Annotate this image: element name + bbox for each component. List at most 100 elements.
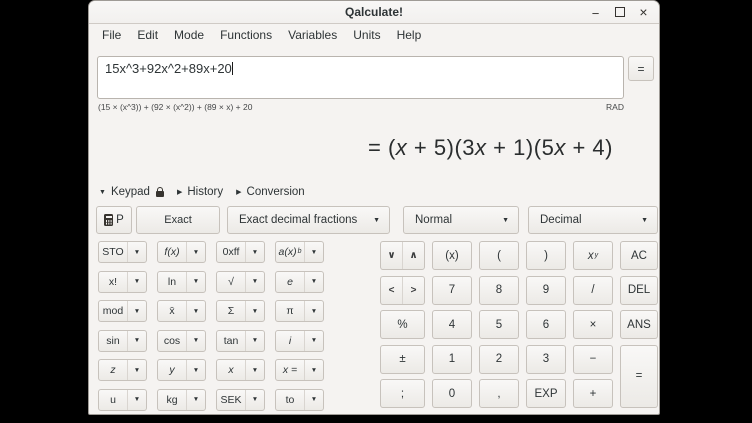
- menu-variables[interactable]: Variables: [280, 26, 345, 44]
- key-tangent-menu-arrow[interactable]: ▼: [245, 331, 264, 351]
- key-mean[interactable]: x̄▼: [157, 300, 206, 322]
- key-number-bases[interactable]: 0xff▼: [216, 241, 265, 263]
- key-convert-to[interactable]: to▼: [275, 389, 324, 411]
- close-button[interactable]: ×: [636, 4, 651, 20]
- key-mean-menu-arrow[interactable]: ▼: [186, 301, 205, 321]
- key-divide[interactable]: /: [573, 276, 613, 305]
- key-open-paren[interactable]: (: [479, 241, 519, 270]
- key-unit-u[interactable]: u▼: [98, 389, 147, 411]
- key-cursor-left-right-0[interactable]: <: [381, 277, 402, 304]
- key-decimal-point[interactable]: ,: [479, 379, 519, 408]
- key-0[interactable]: 0: [432, 379, 472, 408]
- key-7[interactable]: 7: [432, 276, 472, 305]
- key-add[interactable]: +: [573, 379, 613, 408]
- key-scroll-down-up-1[interactable]: ∧: [402, 242, 424, 269]
- key-function[interactable]: f(x)▼: [157, 241, 206, 263]
- key-convert-to-menu-arrow[interactable]: ▼: [304, 390, 323, 410]
- expression-input[interactable]: 15x^3+92x^2+89x+20: [97, 56, 624, 99]
- key-sine-menu-arrow[interactable]: ▼: [127, 331, 146, 351]
- key-scroll-down-up-0[interactable]: ∨: [381, 242, 402, 269]
- key-cursor-left-right[interactable]: <>: [380, 276, 425, 305]
- key-currency-sek-menu-arrow[interactable]: ▼: [245, 390, 264, 410]
- key-plus-minus[interactable]: ±: [380, 345, 425, 374]
- number-base-dropdown[interactable]: Decimal ▼: [528, 206, 658, 234]
- key-percent[interactable]: %: [380, 310, 425, 339]
- key-pi-menu-arrow[interactable]: ▼: [304, 301, 323, 321]
- key-tangent[interactable]: tan▼: [216, 330, 265, 352]
- key-variable-y-menu-arrow[interactable]: ▼: [186, 360, 205, 380]
- key-sum[interactable]: Σ▼: [216, 300, 265, 322]
- menu-help[interactable]: Help: [389, 26, 430, 44]
- key-argument-separator[interactable]: ;: [380, 379, 425, 408]
- key-delete[interactable]: DEL: [620, 276, 658, 305]
- key-8[interactable]: 8: [479, 276, 519, 305]
- fraction-mode-dropdown[interactable]: Exact decimal fractions ▼: [227, 206, 390, 234]
- key-scroll-down-up[interactable]: ∨∧: [380, 241, 425, 270]
- key-power[interactable]: xy: [573, 241, 613, 270]
- key-subtract[interactable]: −: [573, 345, 613, 374]
- menu-units[interactable]: Units: [345, 26, 388, 44]
- key-close-paren[interactable]: ): [526, 241, 566, 270]
- key-store[interactable]: STO▼: [98, 241, 147, 263]
- keypad-lock-button[interactable]: [156, 188, 164, 197]
- key-cosine[interactable]: cos▼: [157, 330, 206, 352]
- key-square-root-menu-arrow[interactable]: ▼: [245, 272, 264, 292]
- key-unit-kg[interactable]: kg▼: [157, 389, 206, 411]
- key-variable-y[interactable]: y▼: [157, 359, 206, 381]
- key-cursor-left-right-1[interactable]: >: [402, 277, 424, 304]
- key-sum-menu-arrow[interactable]: ▼: [245, 301, 264, 321]
- key-solve-equals[interactable]: x =▼: [275, 359, 324, 381]
- key-5[interactable]: 5: [479, 310, 519, 339]
- key-solve-equals-menu-arrow[interactable]: ▼: [304, 360, 323, 380]
- key-2[interactable]: 2: [479, 345, 519, 374]
- key-pi[interactable]: π▼: [275, 300, 324, 322]
- key-unit-kg-menu-arrow[interactable]: ▼: [186, 390, 205, 410]
- key-modulo-menu-arrow[interactable]: ▼: [127, 301, 146, 321]
- menu-mode[interactable]: Mode: [166, 26, 212, 44]
- key-square-root[interactable]: √▼: [216, 271, 265, 293]
- key-smart-parentheses[interactable]: (x): [432, 241, 472, 270]
- key-currency-sek[interactable]: SEK▼: [216, 389, 265, 411]
- key-imaginary-unit-menu-arrow[interactable]: ▼: [304, 331, 323, 351]
- key-9[interactable]: 9: [526, 276, 566, 305]
- key-store-menu-arrow[interactable]: ▼: [127, 242, 146, 262]
- key-4[interactable]: 4: [432, 310, 472, 339]
- key-factorial-menu-arrow[interactable]: ▼: [127, 272, 146, 292]
- result-text[interactable]: = (x + 5)(3x + 1)(5x + 4): [368, 135, 613, 160]
- key-sine[interactable]: sin▼: [98, 330, 147, 352]
- key-natural-log[interactable]: ln▼: [157, 271, 206, 293]
- programming-keypad-button[interactable]: P: [96, 206, 132, 234]
- key-unit-u-menu-arrow[interactable]: ▼: [127, 390, 146, 410]
- menu-functions[interactable]: Functions: [212, 26, 280, 44]
- minimize-button[interactable]: −: [588, 3, 603, 22]
- key-6[interactable]: 6: [526, 310, 566, 339]
- menu-edit[interactable]: Edit: [129, 26, 166, 44]
- key-cosine-menu-arrow[interactable]: ▼: [186, 331, 205, 351]
- key-all-clear[interactable]: AC: [620, 241, 658, 270]
- calculate-button[interactable]: =: [628, 56, 654, 81]
- key-multiply[interactable]: ×: [573, 310, 613, 339]
- key-function-menu-arrow[interactable]: ▼: [186, 242, 205, 262]
- exact-mode-button[interactable]: Exact: [136, 206, 220, 234]
- menu-file[interactable]: File: [94, 26, 129, 44]
- key-natural-log-menu-arrow[interactable]: ▼: [186, 272, 205, 292]
- key-modulo[interactable]: mod▼: [98, 300, 147, 322]
- key-apply-function[interactable]: a(x)b▼: [275, 241, 324, 263]
- titlebar[interactable]: Qalculate! − ×: [89, 1, 659, 24]
- keypad-toggle[interactable]: ▼ Keypad: [99, 186, 150, 198]
- key-exponent[interactable]: EXP: [526, 379, 566, 408]
- key-apply-function-menu-arrow[interactable]: ▼: [304, 242, 323, 262]
- key-variable-z-menu-arrow[interactable]: ▼: [127, 360, 146, 380]
- key-variable-x[interactable]: x▼: [216, 359, 265, 381]
- key-e-constant-menu-arrow[interactable]: ▼: [304, 272, 323, 292]
- conversion-toggle[interactable]: ▶ Conversion: [236, 186, 305, 198]
- key-e-constant[interactable]: e▼: [275, 271, 324, 293]
- key-variable-x-menu-arrow[interactable]: ▼: [245, 360, 264, 380]
- display-mode-dropdown[interactable]: Normal ▼: [403, 206, 519, 234]
- key-variable-z[interactable]: z▼: [98, 359, 147, 381]
- key-factorial[interactable]: x!▼: [98, 271, 147, 293]
- key-number-bases-menu-arrow[interactable]: ▼: [245, 242, 264, 262]
- history-toggle[interactable]: ▶ History: [177, 186, 223, 198]
- maximize-button[interactable]: [612, 4, 627, 20]
- key-1[interactable]: 1: [432, 345, 472, 374]
